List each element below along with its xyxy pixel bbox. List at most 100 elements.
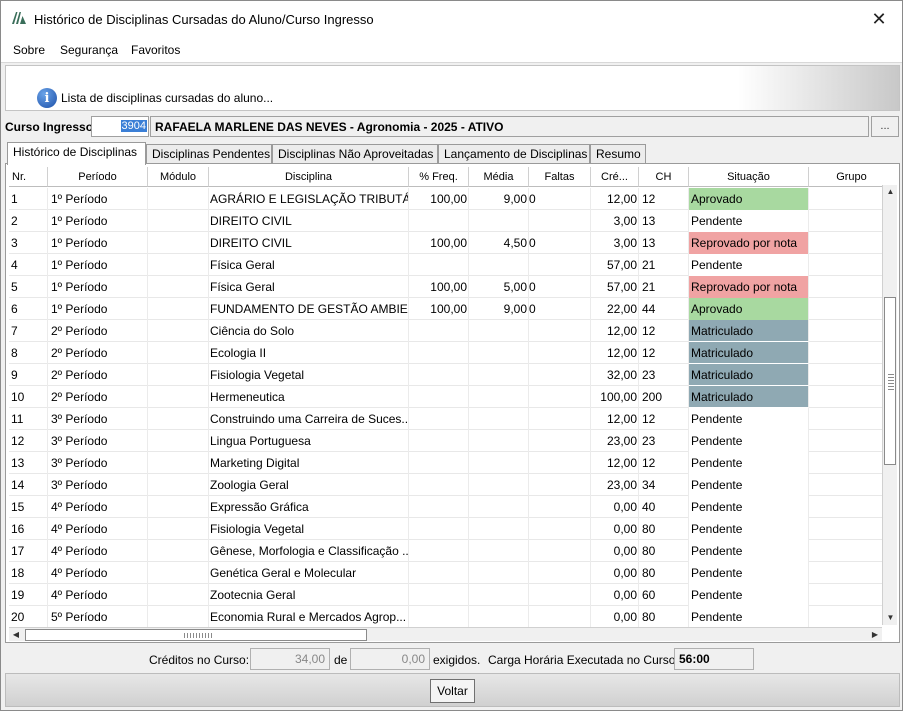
- table-row[interactable]: 7 2º Período Ciência do Solo 12,00 12 Matricu…: [9, 320, 882, 342]
- cell-ch: 12: [639, 188, 689, 210]
- cell-creditos: 12,00: [591, 320, 639, 342]
- cell-ch: 80: [639, 606, 689, 627]
- scroll-right-icon[interactable]: ▶: [868, 628, 882, 642]
- cell-grupo: [809, 320, 882, 342]
- table-row[interactable]: 11 3º Período Construindo uma Carreira de …: [9, 408, 882, 430]
- cell-situacao: Pendente: [689, 584, 809, 606]
- info-text: Lista de disciplinas cursadas do aluno..…: [61, 91, 274, 105]
- cell-periodo: 2º Período: [48, 320, 148, 342]
- table-row[interactable]: 2 1º Período DIREITO CIVIL 3,00 13 Pendente: [9, 210, 882, 232]
- table-row[interactable]: 17 4º Período Gênese, Morfologia e Classif…: [9, 540, 882, 562]
- cell-disciplina: Hermeneutica: [209, 386, 409, 408]
- vertical-scroll-thumb[interactable]: [884, 297, 896, 465]
- table-row[interactable]: 1 1º Período AGRÁRIO E LEGISLAÇÃO TRIBUTÁR…: [9, 188, 882, 210]
- cell-ch: 34: [639, 474, 689, 496]
- scroll-left-icon[interactable]: ◀: [9, 628, 23, 642]
- col-header-nr[interactable]: Nr.: [9, 167, 48, 187]
- cell-creditos: 57,00: [591, 276, 639, 298]
- cell-periodo: 1º Período: [48, 210, 148, 232]
- horizontal-scrollbar[interactable]: ◀ ▶: [9, 627, 882, 641]
- cell-disciplina: Genética Geral e Molecular: [209, 562, 409, 584]
- col-header-periodo[interactable]: Período: [48, 167, 148, 187]
- cell-ch: 12: [639, 320, 689, 342]
- table-row[interactable]: 5 1º Período Física Geral 100,00 5,00 0 57,00 2…: [9, 276, 882, 298]
- col-header-modulo[interactable]: Módulo: [148, 167, 209, 187]
- tab-resumo[interactable]: Resumo: [590, 144, 646, 164]
- cell-faltas: [529, 584, 591, 606]
- horizontal-scroll-thumb[interactable]: [25, 629, 367, 641]
- cell-faltas: [529, 452, 591, 474]
- cell-nr: 2: [9, 210, 48, 232]
- curso-code-field[interactable]: 3904: [91, 116, 149, 137]
- cell-creditos: 32,00: [591, 364, 639, 386]
- table-row[interactable]: 3 1º Período DIREITO CIVIL 100,00 4,50 0 3,00 1…: [9, 232, 882, 254]
- table-row[interactable]: 19 4º Período Zootecnia Geral 0,00 60 Pendent…: [9, 584, 882, 606]
- vertical-scrollbar[interactable]: ▲ ▼: [882, 185, 897, 625]
- col-header-situacao[interactable]: Situação: [689, 167, 809, 187]
- cell-situacao: Aprovado: [689, 188, 809, 210]
- carga-horaria-label: Carga Horária Executada no Curso:: [488, 653, 679, 667]
- table-row[interactable]: 18 4º Período Genética Geral e Molecular 0,…: [9, 562, 882, 584]
- col-header-disciplina[interactable]: Disciplina: [209, 167, 409, 187]
- table-row[interactable]: 16 4º Período Fisiologia Vegetal 0,00 80 Pend…: [9, 518, 882, 540]
- cell-modulo: [148, 386, 209, 408]
- curso-lookup-button[interactable]: ...: [871, 116, 899, 137]
- cell-situacao: Matriculado: [689, 342, 809, 364]
- cell-ch: 44: [639, 298, 689, 320]
- table-row[interactable]: 10 2º Período Hermeneutica 100,00 200 Matricu…: [9, 386, 882, 408]
- cell-grupo: [809, 496, 882, 518]
- cell-ch: 13: [639, 232, 689, 254]
- table-row[interactable]: 20 5º Período Economia Rural e Mercados Ag…: [9, 606, 882, 627]
- cell-disciplina: Marketing Digital: [209, 452, 409, 474]
- table-row[interactable]: 4 1º Período Física Geral 57,00 21 Pendente: [9, 254, 882, 276]
- tab-historico[interactable]: Histórico de Disciplinas: [7, 142, 146, 165]
- tab-disciplinas-pendentes[interactable]: Disciplinas Pendentes: [146, 144, 272, 164]
- table-row[interactable]: 6 1º Período FUNDAMENTO DE GESTÃO AMBIE...…: [9, 298, 882, 320]
- cell-periodo: 1º Período: [48, 298, 148, 320]
- cell-grupo: [809, 408, 882, 430]
- cell-grupo: [809, 518, 882, 540]
- table-row[interactable]: 14 3º Período Zoologia Geral 23,00 34 Pendent…: [9, 474, 882, 496]
- table-row[interactable]: 13 3º Período Marketing Digital 12,00 12 Pend…: [9, 452, 882, 474]
- cell-periodo: 4º Período: [48, 562, 148, 584]
- table-row[interactable]: 12 3º Período Lingua Portuguesa 23,00 23 Pend…: [9, 430, 882, 452]
- cell-faltas: [529, 408, 591, 430]
- col-header-faltas[interactable]: Faltas: [529, 167, 591, 187]
- tab-disciplinas-nao-aproveitadas[interactable]: Disciplinas Não Aproveitadas: [272, 144, 438, 164]
- col-header-ch[interactable]: CH: [639, 167, 689, 187]
- col-header-creditos[interactable]: Cré...: [591, 167, 639, 187]
- cell-modulo: [148, 298, 209, 320]
- voltar-button[interactable]: Voltar: [430, 679, 475, 703]
- table-row[interactable]: 9 2º Período Fisiologia Vegetal 32,00 23 Matr…: [9, 364, 882, 386]
- cell-periodo: 4º Período: [48, 496, 148, 518]
- info-icon: i: [37, 88, 57, 108]
- col-header-media[interactable]: Média: [469, 167, 529, 187]
- close-button[interactable]: ✕: [856, 1, 902, 37]
- menu-item-seguranca[interactable]: Segurança: [60, 43, 118, 57]
- cell-disciplina: FUNDAMENTO DE GESTÃO AMBIE...: [209, 298, 409, 320]
- cell-media: [469, 584, 529, 606]
- cell-nr: 12: [9, 430, 48, 452]
- scroll-down-icon[interactable]: ▼: [883, 611, 898, 625]
- cell-situacao: Matriculado: [689, 320, 809, 342]
- cell-creditos: 3,00: [591, 232, 639, 254]
- cell-media: [469, 342, 529, 364]
- cell-creditos: 57,00: [591, 254, 639, 276]
- cell-situacao: Pendente: [689, 606, 809, 627]
- tab-lancamento-disciplinas[interactable]: Lançamento de Disciplinas: [438, 144, 590, 164]
- cell-periodo: 2º Período: [48, 342, 148, 364]
- cell-modulo: [148, 518, 209, 540]
- scroll-up-icon[interactable]: ▲: [883, 185, 898, 199]
- cell-disciplina: Ciência do Solo: [209, 320, 409, 342]
- cell-disciplina: Gênese, Morfologia e Classificação ...: [209, 540, 409, 562]
- menu-item-sobre[interactable]: Sobre: [13, 43, 45, 57]
- table-row[interactable]: 15 4º Período Expressão Gráfica 0,00 40 Pende…: [9, 496, 882, 518]
- historico-panel: Nr. Período Módulo Disciplina % Freq. Mé…: [5, 163, 900, 643]
- cell-faltas: 0: [529, 232, 591, 254]
- col-header-freq[interactable]: % Freq.: [409, 167, 469, 187]
- menu-item-favoritos[interactable]: Favoritos: [131, 43, 180, 57]
- col-header-grupo[interactable]: Grupo: [809, 167, 882, 187]
- cell-situacao: Pendente: [689, 496, 809, 518]
- table-row[interactable]: 8 2º Período Ecologia II 12,00 12 Matriculado: [9, 342, 882, 364]
- cell-freq: [409, 562, 469, 584]
